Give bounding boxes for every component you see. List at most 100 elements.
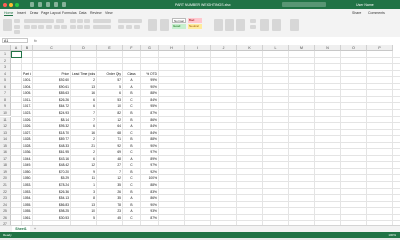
table-cell[interactable]: $92.60 <box>34 77 69 84</box>
find-select-icon[interactable] <box>272 19 281 31</box>
conditional-formatting-icon[interactable] <box>148 19 157 31</box>
align-right-icon[interactable] <box>84 25 90 29</box>
home-icon[interactable] <box>38 2 42 7</box>
font-color-icon[interactable] <box>61 25 67 29</box>
italic-icon[interactable] <box>31 25 37 29</box>
tab-insert[interactable]: Insert <box>17 11 26 15</box>
undo-icon[interactable] <box>54 2 58 7</box>
format-painter-icon[interactable] <box>14 30 20 34</box>
table-cell[interactable]: 87% <box>142 215 157 222</box>
column-header-k[interactable]: K <box>237 45 263 51</box>
name-box[interactable]: A1 <box>2 38 28 43</box>
table-cell[interactable]: 1001-9391 <box>23 77 31 84</box>
tab-view[interactable]: View <box>105 11 113 15</box>
style-neutral[interactable]: Neutral <box>188 24 202 29</box>
fill-icon[interactable] <box>250 25 256 29</box>
table-cell[interactable]: 93% <box>142 208 157 215</box>
row-header-5[interactable]: 5 <box>0 77 11 84</box>
column-header-p[interactable]: P <box>367 45 393 51</box>
style-bad[interactable]: Bad <box>188 18 202 23</box>
column-header-o[interactable]: O <box>341 45 367 51</box>
column-header-i[interactable]: I <box>185 45 211 51</box>
table-cell[interactable]: 23 <box>98 208 121 215</box>
fill-color-icon[interactable] <box>54 25 60 29</box>
table-cell[interactable]: $30.53 <box>34 215 69 222</box>
table-cell[interactable]: 99% <box>142 77 157 84</box>
tab-data[interactable]: Data <box>79 11 86 15</box>
insert-cells-icon[interactable] <box>214 19 223 31</box>
style-good[interactable]: Good <box>172 24 186 29</box>
analyze-data-icon[interactable] <box>290 19 299 31</box>
style-normal[interactable]: Normal <box>172 18 186 23</box>
table-cell[interactable]: 2 <box>72 77 95 84</box>
table-cell[interactable]: B <box>124 110 139 117</box>
column-header-n[interactable]: N <box>315 45 341 51</box>
table-cell[interactable]: 90% <box>142 143 157 150</box>
column-header-f[interactable]: F <box>123 45 141 51</box>
table-cell[interactable]: $48.33 <box>34 143 69 150</box>
column-header-g[interactable]: G <box>141 45 159 51</box>
number-format-select[interactable] <box>118 19 142 23</box>
tab-draw[interactable]: Draw <box>30 11 38 15</box>
paste-icon[interactable] <box>3 19 12 31</box>
column-header-e[interactable]: E <box>97 45 123 51</box>
table-cell[interactable]: 7 <box>72 110 95 117</box>
worksheet-grid[interactable]: A B C D E F G H I J K L M N O P 1 2 3 4 5 6 7 8 9 10 11 12 13 14 15 16 1… <box>0 45 400 225</box>
table-cell[interactable]: A <box>124 208 139 215</box>
align-center-icon[interactable] <box>77 25 83 29</box>
table-cell[interactable]: 1061-5585 <box>23 215 31 222</box>
comma-style-icon[interactable] <box>134 25 140 29</box>
redo-icon[interactable] <box>62 2 66 7</box>
table-cell[interactable]: $98.25 <box>34 208 69 215</box>
underline-icon[interactable] <box>38 25 44 29</box>
row-header-20[interactable]: 20 <box>0 175 11 182</box>
close-window-icon[interactable] <box>3 2 7 7</box>
share-button[interactable]: Share <box>352 11 361 15</box>
font-select[interactable] <box>24 19 54 23</box>
column-header-m[interactable]: M <box>289 45 315 51</box>
currency-icon[interactable] <box>118 25 124 29</box>
maximize-window-icon[interactable] <box>15 2 19 7</box>
table-cell[interactable]: 1050-6524 <box>23 175 31 182</box>
table-cell[interactable]: 1055-8621 <box>23 208 31 215</box>
align-middle-icon[interactable] <box>77 19 83 23</box>
table-cell[interactable]: 21 <box>72 143 95 150</box>
format-as-table-icon[interactable] <box>160 19 169 31</box>
autosum-icon[interactable] <box>250 19 256 23</box>
column-header-j[interactable]: J <box>211 45 237 51</box>
comments-button[interactable]: Comments <box>368 11 385 15</box>
sort-filter-icon[interactable] <box>260 19 269 31</box>
table-cell[interactable]: 92 <box>98 143 121 150</box>
minimize-window-icon[interactable] <box>9 2 13 7</box>
bold-icon[interactable] <box>24 25 30 29</box>
align-top-icon[interactable] <box>70 19 76 23</box>
table-cell[interactable]: C <box>124 215 139 222</box>
column-header-h[interactable]: H <box>159 45 185 51</box>
table-cell[interactable]: 11 <box>72 175 95 182</box>
font-size-select[interactable] <box>56 19 64 23</box>
row-header-10[interactable]: 10 <box>0 109 11 117</box>
tab-formulas[interactable]: Formulas <box>62 11 77 15</box>
table-cell[interactable]: $5.29 <box>34 175 69 182</box>
table-cell[interactable]: 82 <box>98 110 121 117</box>
table-cell[interactable]: A <box>124 77 139 84</box>
wrap-text-button[interactable] <box>93 19 111 23</box>
zoom-level[interactable]: 100% <box>388 233 396 237</box>
percent-icon[interactable] <box>126 25 132 29</box>
save-icon[interactable] <box>46 2 50 7</box>
column-header-d[interactable]: D <box>71 45 97 51</box>
tab-page-layout[interactable]: Page Layout <box>41 11 61 15</box>
table-cell[interactable]: C <box>124 175 139 182</box>
borders-icon[interactable] <box>46 25 52 29</box>
user-name[interactable]: User Name <box>356 3 374 7</box>
search-box[interactable] <box>282 2 326 7</box>
table-cell[interactable]: 5 <box>72 215 95 222</box>
copy-icon[interactable] <box>14 24 20 29</box>
table-cell[interactable]: B <box>124 143 139 150</box>
format-cells-icon[interactable] <box>236 19 245 31</box>
tab-home[interactable]: Home <box>4 11 14 16</box>
table-cell[interactable]: 57 <box>98 77 121 84</box>
align-left-icon[interactable] <box>70 25 76 29</box>
table-cell[interactable]: 12 <box>98 175 121 182</box>
tab-review[interactable]: Review <box>90 11 101 15</box>
